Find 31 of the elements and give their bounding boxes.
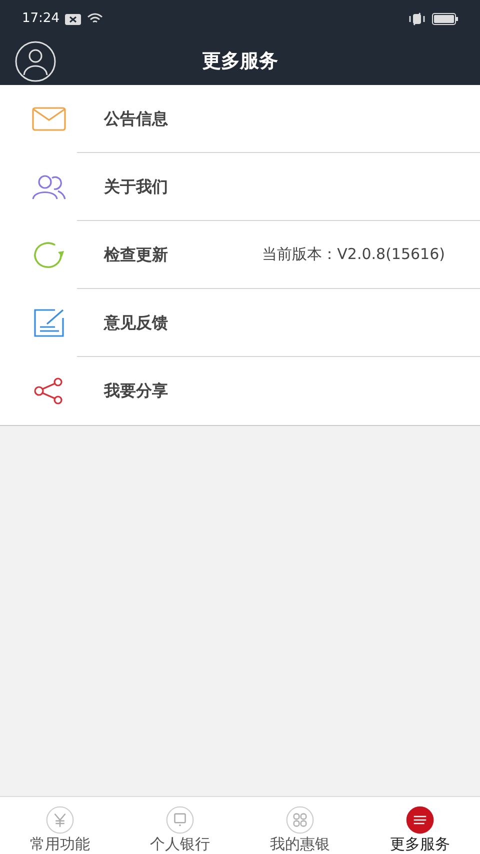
nav-tab[interactable]: 个人银行 <box>120 797 240 854</box>
menu-label: 我要分享 <box>104 380 168 402</box>
version-text: 当前版本：V2.0.8(15616) <box>262 244 445 266</box>
menu-item[interactable]: 公告信息 <box>0 85 480 153</box>
note-edit-icon <box>32 309 64 337</box>
nav-tab[interactable]: 常用功能 <box>0 797 120 854</box>
yen-icon <box>54 813 66 828</box>
lines-icon <box>413 816 427 824</box>
page-title: 更多服务 <box>202 49 278 74</box>
menu-label: 检查更新 <box>104 244 168 266</box>
monitor-icon <box>174 813 186 826</box>
battery-icon <box>432 13 458 25</box>
menu-item[interactable]: 关于我们 <box>0 153 480 221</box>
people-icon <box>32 174 66 200</box>
menu-item[interactable]: 我要分享 <box>0 357 480 425</box>
refresh-icon <box>32 241 64 269</box>
nav-tab[interactable]: 更多服务 <box>360 797 480 854</box>
menu-label: 公告信息 <box>104 108 168 130</box>
notification-icon <box>65 14 82 24</box>
share-icon <box>32 377 64 405</box>
menu-label: 意见反馈 <box>104 312 168 334</box>
menu-item[interactable]: 检查更新 当前版本：V2.0.8(15616) <box>0 221 480 289</box>
vibrate-icon <box>408 12 426 26</box>
status-time: 17:24 <box>22 10 60 28</box>
wifi-icon <box>87 13 104 25</box>
envelope-icon <box>32 107 66 131</box>
grid-icon <box>293 813 307 827</box>
menu-label: 关于我们 <box>104 176 168 198</box>
user-avatar-icon[interactable] <box>15 41 56 82</box>
nav-tab[interactable]: 我的惠银 <box>240 797 360 854</box>
menu-item[interactable]: 意见反馈 <box>0 289 480 357</box>
